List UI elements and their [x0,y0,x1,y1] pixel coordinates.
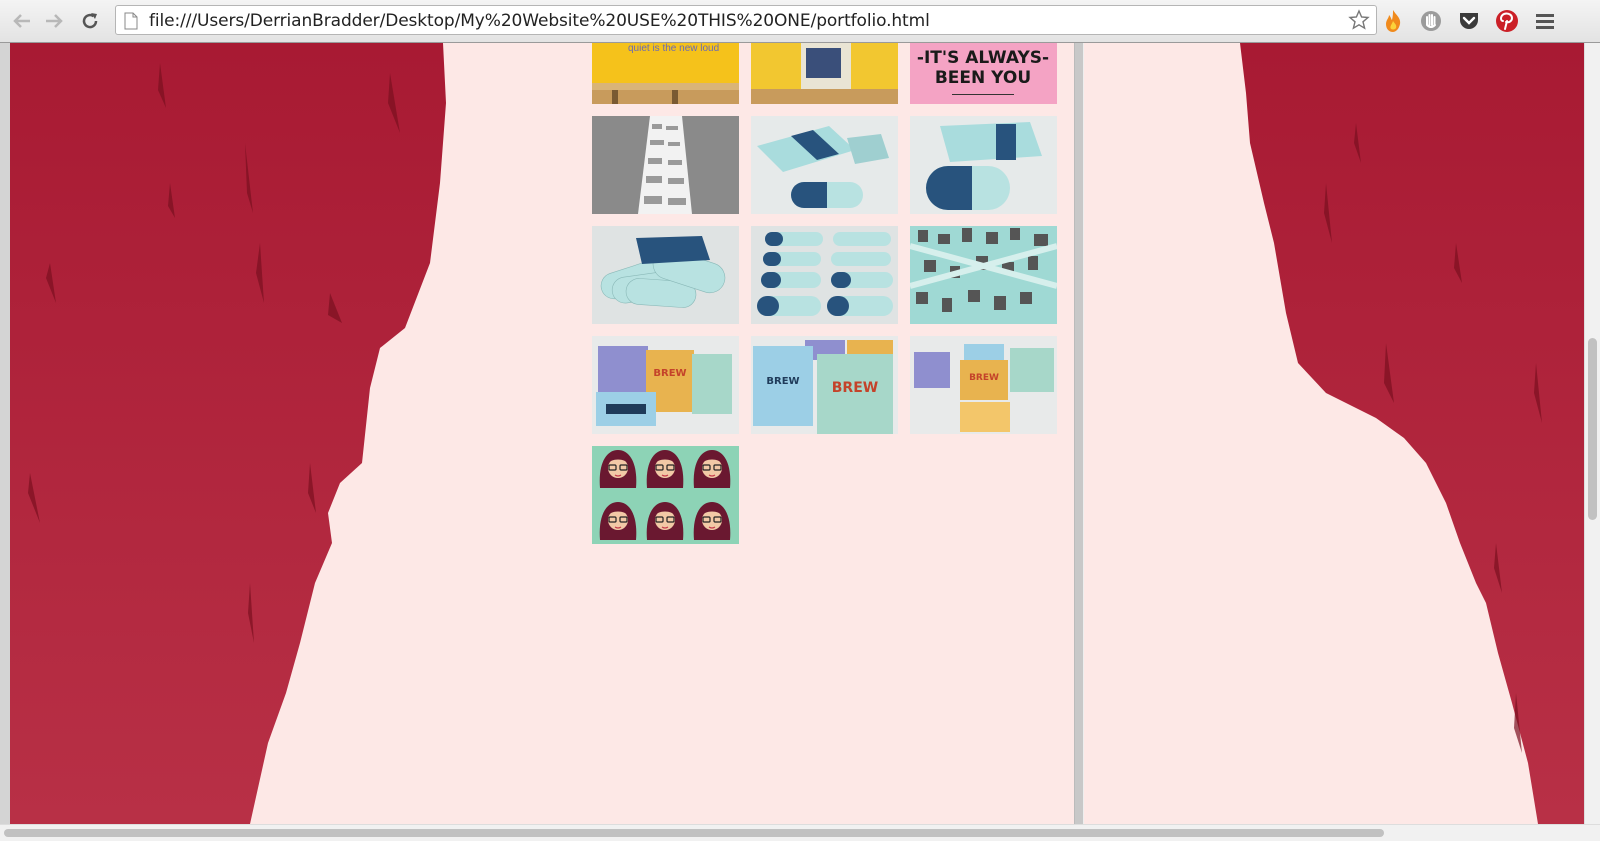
thumb-emergency-brew-boxes-1[interactable]: BREW [592,336,739,434]
thumb-blue-card-packs-2[interactable] [910,116,1057,214]
thumb-girl-pattern-illustration[interactable] [592,446,739,544]
pocket-button[interactable] [1456,8,1482,34]
browser-toolbar: file:///Users/DerrianBradder/Desktop/My%… [0,0,1600,43]
address-bar[interactable]: file:///Users/DerrianBradder/Desktop/My%… [115,5,1377,35]
back-arrow-icon [13,14,30,28]
reload-button[interactable] [78,9,102,33]
svg-text:BREW: BREW [653,368,686,379]
svg-text:BREW: BREW [766,376,799,387]
back-button[interactable] [10,9,34,33]
thumb-mint-print-collage[interactable] [910,226,1057,324]
right-paint-stroke [1240,43,1584,824]
menu-icon [1536,14,1554,29]
horizontal-scrollbar-thumb[interactable] [4,829,1384,837]
page-icon [124,12,138,30]
page-viewport: quiet is the new loud -IT'S ALWAYS- BEEN… [0,43,1584,824]
poster-line-2: BEEN YOU [935,68,1031,88]
left-paint-stroke [10,43,446,824]
bookmark-star-icon[interactable] [1348,9,1370,31]
thumb-emergency-brew-boxes-2[interactable]: BREW BREW [751,336,898,434]
pinterest-button[interactable] [1494,8,1520,34]
pinterest-icon [1496,10,1518,32]
thumb-timeline-strip[interactable] [592,116,739,214]
thumb-card-fan[interactable] [592,226,739,324]
thumb-yellow-room-board[interactable] [751,43,898,104]
pocket-icon [1460,13,1478,29]
thumb-text: quiet is the new loud [628,43,719,54]
hand-extension-icon [1421,11,1441,31]
thumb-blue-card-packs-1[interactable] [751,116,898,214]
hand-extension-button[interactable] [1418,8,1444,34]
thumb-card-rows[interactable] [751,226,898,324]
poster-line-1: -IT'S ALWAYS- [917,48,1049,68]
forward-arrow-icon [46,14,63,28]
svg-text:BREW: BREW [832,380,878,396]
reload-icon [82,13,98,29]
thumb-yellow-room-quiet[interactable]: quiet is the new loud [592,43,739,104]
thumb-emergency-brew-boxes-3[interactable]: BREW [910,336,1057,434]
flame-extension-icon [1386,10,1401,32]
menu-button[interactable] [1532,8,1558,34]
url-text[interactable]: file:///Users/DerrianBradder/Desktop/My%… [149,11,930,31]
left-frame [0,43,10,824]
horizontal-scrollbar[interactable] [0,824,1600,841]
svg-text:BREW: BREW [969,373,999,383]
thumb-always-been-you-poster[interactable]: -IT'S ALWAYS- BEEN YOU [910,43,1057,104]
vertical-scrollbar-thumb[interactable] [1588,338,1597,520]
vertical-scrollbar[interactable] [1584,43,1600,824]
forward-button[interactable] [42,9,66,33]
flame-extension-button[interactable] [1380,8,1406,34]
column-divider [1074,43,1084,824]
